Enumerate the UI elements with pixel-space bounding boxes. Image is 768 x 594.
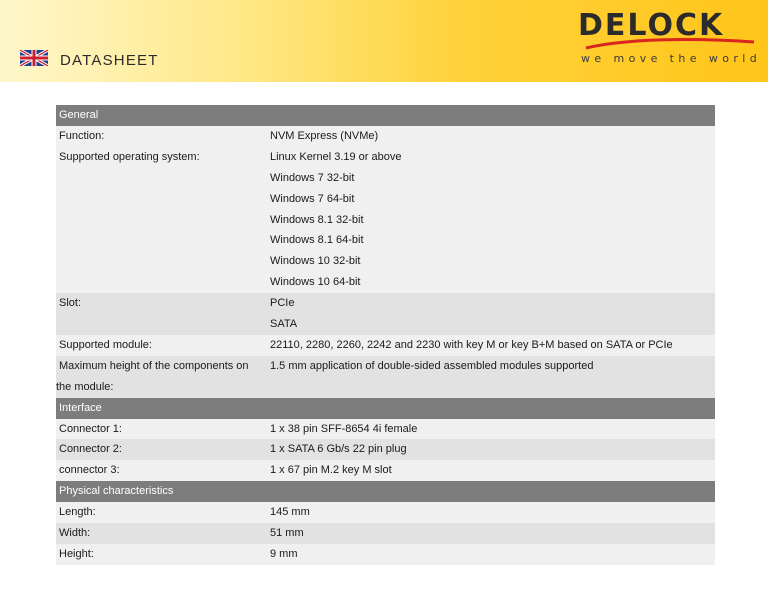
row-key: Connector 2: [56, 439, 264, 461]
table-row: Width: 51 mm [56, 523, 715, 545]
row-value: NVM Express (NVMe) [264, 126, 715, 147]
row-key: Length: [56, 502, 264, 524]
brand-tagline: we move the world [581, 52, 762, 65]
table-row: Maximum height of the components on the … [56, 355, 715, 398]
row-value: PCIe SATA [264, 293, 715, 335]
logo-swoosh-icon [585, 38, 755, 50]
table-row: Function: NVM Express (NVMe) [56, 126, 715, 147]
uk-flag-icon [20, 50, 48, 66]
row-key: Function: [56, 126, 264, 147]
table-row: Supported operating system: Linux Kernel… [56, 146, 715, 294]
row-key: Width: [56, 523, 264, 545]
spec-table: General Function: NVM Express (NVMe) Sup… [56, 105, 715, 565]
table-row: Slot: PCIe SATA [56, 293, 715, 335]
row-value: 145 mm [264, 502, 715, 524]
row-value: 1 x SATA 6 Gb/s 22 pin plug [264, 439, 715, 461]
section-header-interface: Interface [56, 397, 715, 419]
row-value: 22110, 2280, 2260, 2242 and 2230 with ke… [264, 334, 715, 356]
row-value: 1 x 38 pin SFF-8654 4i female [264, 418, 715, 440]
section-header-general: General [56, 105, 715, 126]
row-key: Height: [56, 544, 264, 565]
table-row: Connector 1: 1 x 38 pin SFF-8654 4i fema… [56, 418, 715, 440]
table-row: Connector 2: 1 x SATA 6 Gb/s 22 pin plug [56, 439, 715, 461]
row-key: connector 3: [56, 460, 264, 482]
row-value: 9 mm [264, 544, 715, 565]
row-value: Linux Kernel 3.19 or above Windows 7 32-… [264, 146, 715, 294]
row-value: 1.5 mm application of double-sided assem… [264, 355, 715, 398]
table-row: Height: 9 mm [56, 544, 715, 565]
section-title: Interface [56, 397, 715, 419]
table-row: Length: 145 mm [56, 502, 715, 524]
row-key: Supported operating system: [56, 146, 264, 294]
table-row: connector 3: 1 x 67 pin M.2 key M slot [56, 460, 715, 482]
document-title: DATASHEET [60, 52, 159, 69]
row-key: Connector 1: [56, 418, 264, 440]
section-title: Physical characteristics [56, 481, 715, 503]
row-key: Slot: [56, 293, 264, 335]
row-value: 51 mm [264, 523, 715, 545]
table-row: Supported module: 22110, 2280, 2260, 224… [56, 334, 715, 356]
row-key: Maximum height of the components on the … [56, 355, 264, 398]
section-title: General [56, 105, 715, 126]
delock-logo: DELOCK we move the world [578, 8, 757, 70]
section-header-physical: Physical characteristics [56, 481, 715, 503]
row-key: Supported module: [56, 334, 264, 356]
row-value: 1 x 67 pin M.2 key M slot [264, 460, 715, 482]
page-header: DATASHEET DELOCK we move the world [0, 0, 768, 82]
